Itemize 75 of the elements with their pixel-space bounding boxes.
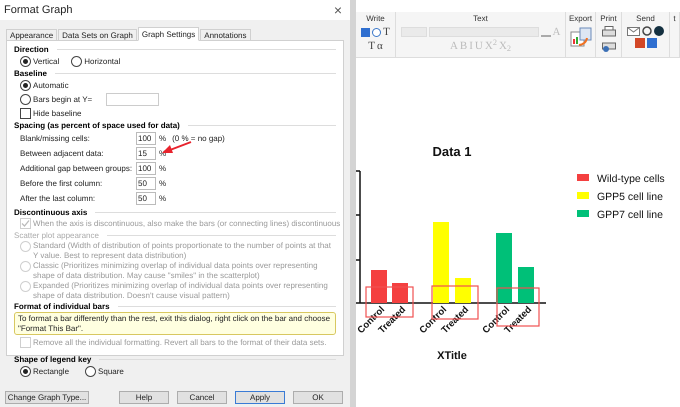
mail-icon[interactable] — [627, 26, 640, 36]
info-icon[interactable] — [372, 28, 382, 36]
input-field[interactable]: 50 — [136, 192, 156, 205]
checkbox-label: Hide baseline — [33, 108, 82, 118]
close-button[interactable]: × — [330, 4, 346, 16]
input-field[interactable]: 100 — [136, 162, 156, 175]
section-heading: Format of individual bars — [14, 301, 110, 312]
unit-label: % — [159, 178, 166, 189]
window-title: Format Graph — [4, 4, 72, 16]
input-field[interactable]: 15 — [136, 147, 156, 160]
tab[interactable]: Annotations — [200, 29, 251, 41]
radio-button[interactable] — [20, 80, 31, 90]
graph-title: Data 1 — [432, 144, 472, 159]
section-heading: Baseline — [14, 68, 47, 79]
radio-label: Square — [98, 366, 124, 377]
radio-label: Automatic — [33, 80, 69, 90]
hint-text: (0 % = no gap) — [172, 133, 225, 144]
section-heading: Spacing (as percent of space used for data) — [14, 120, 180, 131]
checkbox-label: Remove all the individual formatting. Revert all bars to the format of their data sets. — [33, 337, 326, 348]
tab[interactable]: Appearance — [6, 29, 58, 41]
powerpoint-icon[interactable] — [634, 38, 644, 48]
format-tool[interactable]: α — [376, 40, 383, 52]
legend-label: GPP5 cell line — [597, 191, 663, 203]
section-heading: Scatter plot appearance — [14, 230, 99, 241]
circle-logo-icon[interactable] — [654, 26, 664, 36]
info-note: To format a bar differently than the rest, exit this dialog, right click on the bar and choose "Format This Bar". — [14, 312, 336, 335]
group-label: Print — [600, 13, 617, 25]
radio-label: Vertical — [33, 56, 60, 67]
section-heading: Shape of legend key — [14, 354, 92, 365]
field-label: Between adjacent data: — [20, 148, 105, 159]
section-heading: Discontinuous axis — [14, 207, 88, 218]
format-tool[interactable]: T — [383, 26, 390, 38]
group-label: t — [673, 13, 676, 25]
radio-label: Horizontal — [84, 56, 120, 67]
radio-button[interactable] — [85, 366, 96, 377]
group-label: Send — [636, 13, 655, 25]
checkbox[interactable] — [20, 108, 31, 118]
radio-button[interactable] — [20, 366, 31, 377]
legend-label: Wild-type cells — [597, 173, 665, 185]
input-field[interactable] — [106, 92, 160, 106]
unit-label: % — [159, 193, 166, 204]
group-label: Write — [366, 13, 385, 25]
radio-button[interactable] — [71, 56, 82, 67]
field-label: Before the first column: — [20, 178, 104, 189]
unit-label: % — [159, 133, 166, 144]
tab[interactable]: Graph Settings — [138, 27, 200, 41]
radio-button[interactable] — [20, 56, 31, 67]
unit-label: % — [159, 163, 166, 174]
axis-title: XTitle — [437, 350, 467, 362]
dialog-button[interactable]: Cancel — [177, 391, 227, 404]
export-icon[interactable] — [570, 26, 592, 48]
group-label: Text — [473, 13, 488, 25]
field-label: After the last column: — [20, 193, 96, 204]
field-label: Additional gap between groups: — [20, 163, 134, 174]
radio-label: Standard (Width of distribution of points proportionate to the number of points at that Y value. Best to represent data distribution) — [33, 241, 332, 260]
dialog-button[interactable]: Change Graph Type... — [5, 391, 89, 404]
input-field[interactable]: 100 — [136, 132, 156, 145]
radio-label: Rectangle — [33, 366, 70, 377]
section-heading: Direction — [14, 44, 49, 55]
radio-label: Expanded (Prioritizes minimizing overlap of individual data points over representing shape of data distribution. Doesn't cause visual pattern) — [33, 281, 329, 300]
group-label: Export — [568, 13, 592, 25]
legend-label: GPP7 cell line — [597, 209, 663, 221]
dialog-button[interactable]: OK — [293, 391, 343, 404]
radio-label: Bars begin at Y= — [33, 94, 92, 104]
checkbox-label: When the axis is discontinuous, also make the bars (or connecting lines) discontinuous — [33, 218, 340, 229]
dialog-button[interactable]: Help — [119, 391, 169, 404]
dialog-button[interactable]: Apply — [235, 391, 285, 404]
radio-button[interactable] — [20, 94, 31, 104]
format-tool[interactable]: T — [368, 40, 375, 52]
tab[interactable]: Data Sets on Graph — [58, 29, 137, 41]
input-field[interactable]: 50 — [136, 177, 156, 190]
field-label: Blank/missing cells: — [20, 133, 91, 144]
word-icon[interactable] — [646, 38, 656, 48]
word-icon[interactable] — [361, 28, 370, 36]
radio-label: Classic (Prioritizes minimizing overlap of individual data points over representing shape of data distribution. May cause "smiles" in the scatterplot) — [33, 261, 319, 280]
